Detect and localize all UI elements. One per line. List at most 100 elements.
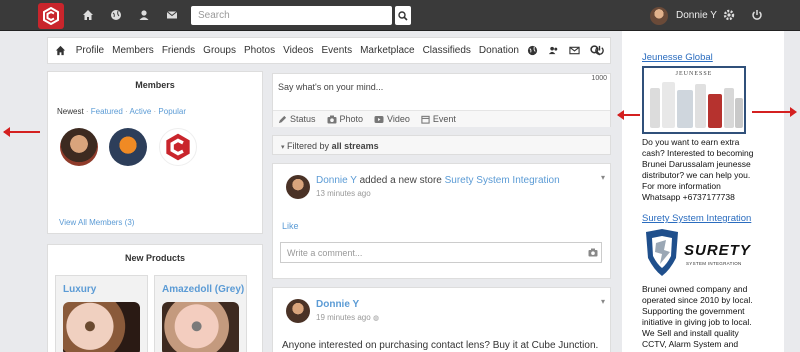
- nav-classifieds[interactable]: Classifieds: [423, 45, 471, 56]
- product-image[interactable]: [63, 302, 140, 352]
- video-icon: [374, 115, 384, 123]
- chevron-down-icon: ▾: [281, 144, 285, 151]
- composer-tab-status[interactable]: Status: [278, 114, 316, 124]
- home-icon[interactable]: [55, 44, 67, 58]
- member-tab-featured[interactable]: Featured: [91, 107, 123, 116]
- ad-description: Brunei owned company and operated since …: [642, 284, 753, 349]
- post-header: Donnie Y added a new store Surety System…: [316, 175, 560, 186]
- like-link[interactable]: Like: [282, 221, 299, 231]
- mail-icon[interactable]: [164, 7, 180, 23]
- pencil-icon: [278, 115, 287, 123]
- site-logo[interactable]: [38, 3, 64, 29]
- camera-icon[interactable]: [588, 248, 598, 257]
- ad-logo[interactable]: SURETY SYSTEM INTEGRATION: [642, 228, 750, 280]
- composer-tab-label: Status: [290, 114, 316, 124]
- user-name[interactable]: Donnie Y: [676, 10, 717, 21]
- status-input[interactable]: Say what's on your mind...: [273, 74, 610, 109]
- member-avatar[interactable]: [159, 128, 197, 166]
- user-avatar[interactable]: [650, 7, 668, 25]
- nav-donation[interactable]: Donation: [479, 45, 519, 56]
- members-panel: Members Newest · Featured · Active · Pop…: [47, 71, 263, 234]
- character-counter: 1000: [591, 75, 607, 82]
- power-icon[interactable]: [592, 44, 606, 58]
- post-header: Donnie Y: [316, 299, 359, 310]
- filter-value[interactable]: all streams: [332, 141, 379, 151]
- arrow-head-icon: [790, 107, 797, 117]
- ad-title-link[interactable]: Surety System Integration: [642, 213, 751, 224]
- nav-groups[interactable]: Groups: [203, 45, 236, 56]
- filter-label: Filtered by: [287, 141, 330, 151]
- member-tab-popular[interactable]: Popular: [158, 107, 186, 116]
- gear-icon[interactable]: [721, 7, 737, 23]
- post-author-avatar[interactable]: [286, 299, 310, 323]
- home-icon[interactable]: [80, 7, 96, 23]
- ad-image-caption: JEUNESSE: [675, 71, 713, 77]
- stream-post: Donnie Y 19 minutes ago ◍ ▾ Anyone inter…: [272, 287, 611, 352]
- member-tab-active[interactable]: Active: [130, 107, 152, 116]
- post-body: Anyone interested on purchasing contact …: [282, 340, 599, 351]
- post-author[interactable]: Donnie Y: [316, 175, 357, 186]
- products-title: New Products: [124, 253, 185, 263]
- product-card[interactable]: Luxury: [55, 275, 148, 352]
- composer-tab-video[interactable]: Video: [374, 114, 410, 124]
- member-tabs: Newest · Featured · Active · Popular: [57, 107, 186, 116]
- stream-filter[interactable]: ▾ Filtered by all streams: [272, 135, 611, 155]
- stream-post: Donnie Y added a new store Surety System…: [272, 163, 611, 279]
- post-author-avatar[interactable]: [286, 175, 310, 199]
- calendar-icon: [421, 115, 430, 124]
- friends-icon[interactable]: [548, 44, 560, 58]
- search-button[interactable]: [395, 6, 411, 25]
- post-time[interactable]: 13 minutes ago: [316, 189, 371, 198]
- post-options-chevron-icon[interactable]: ▾: [601, 173, 605, 182]
- ads-sidebar: Jeunesse Global JEUNESSE Do you want to …: [622, 31, 784, 352]
- post-target-link[interactable]: Surety System Integration: [445, 175, 560, 186]
- post-options-chevron-icon[interactable]: ▾: [601, 297, 605, 306]
- composer-tab-label: Photo: [339, 114, 364, 124]
- composer-tab-event[interactable]: Event: [421, 114, 456, 124]
- arrow-head-icon: [3, 127, 10, 137]
- nav-marketplace[interactable]: Marketplace: [360, 45, 414, 56]
- ad-image[interactable]: JEUNESSE: [642, 66, 746, 134]
- nav-videos[interactable]: Videos: [283, 45, 313, 56]
- camera-icon: [327, 115, 337, 123]
- composer-tab-label: Event: [432, 114, 456, 124]
- power-icon[interactable]: [749, 7, 765, 23]
- composer-tab-label: Video: [387, 114, 410, 124]
- search-input[interactable]: [191, 6, 392, 25]
- nav-photos[interactable]: Photos: [244, 45, 275, 56]
- shield-icon: [646, 229, 678, 276]
- post-time: 19 minutes ago ◍: [316, 313, 379, 322]
- user-icon[interactable]: [136, 7, 152, 23]
- member-avatar[interactable]: [109, 128, 147, 166]
- product-name[interactable]: Amazedoll (Grey): [162, 284, 244, 295]
- post-action: added a new store: [359, 175, 442, 186]
- globe-icon[interactable]: [108, 7, 124, 23]
- nav-profile[interactable]: Profile: [76, 45, 104, 56]
- new-products-panel: New Products Luxury Amazedoll (Grey): [47, 244, 263, 352]
- sub-navigation: Profile Members Friends Groups Photos Vi…: [47, 37, 611, 64]
- nav-friends[interactable]: Friends: [162, 45, 195, 56]
- arrow-head-icon: [617, 110, 624, 120]
- post-time-text[interactable]: 19 minutes ago: [316, 313, 371, 322]
- logo-icon: [43, 7, 59, 25]
- post-author[interactable]: Donnie Y: [316, 299, 359, 310]
- member-tab-newest[interactable]: Newest: [57, 107, 84, 116]
- ad-title-link[interactable]: Jeunesse Global: [642, 52, 713, 63]
- top-bar: Donnie Y: [0, 0, 800, 31]
- ad-logo-subtext: SYSTEM INTEGRATION: [686, 261, 742, 266]
- nav-events[interactable]: Events: [322, 45, 353, 56]
- product-name[interactable]: Luxury: [63, 284, 96, 295]
- member-avatar[interactable]: [60, 128, 98, 166]
- view-all-members-link[interactable]: View All Members (3): [59, 218, 134, 227]
- composer-tab-photo[interactable]: Photo: [327, 114, 364, 124]
- logo-icon: [166, 133, 190, 161]
- comment-input[interactable]: [280, 242, 602, 263]
- red-arrow-right: [752, 111, 792, 113]
- nav-members[interactable]: Members: [112, 45, 154, 56]
- mail-icon[interactable]: [568, 44, 580, 58]
- product-image[interactable]: [162, 302, 239, 352]
- main-content: Profile Members Friends Groups Photos Vi…: [47, 37, 611, 352]
- globe-icon[interactable]: [527, 44, 539, 58]
- members-title: Members: [135, 80, 175, 90]
- product-card[interactable]: Amazedoll (Grey): [154, 275, 247, 352]
